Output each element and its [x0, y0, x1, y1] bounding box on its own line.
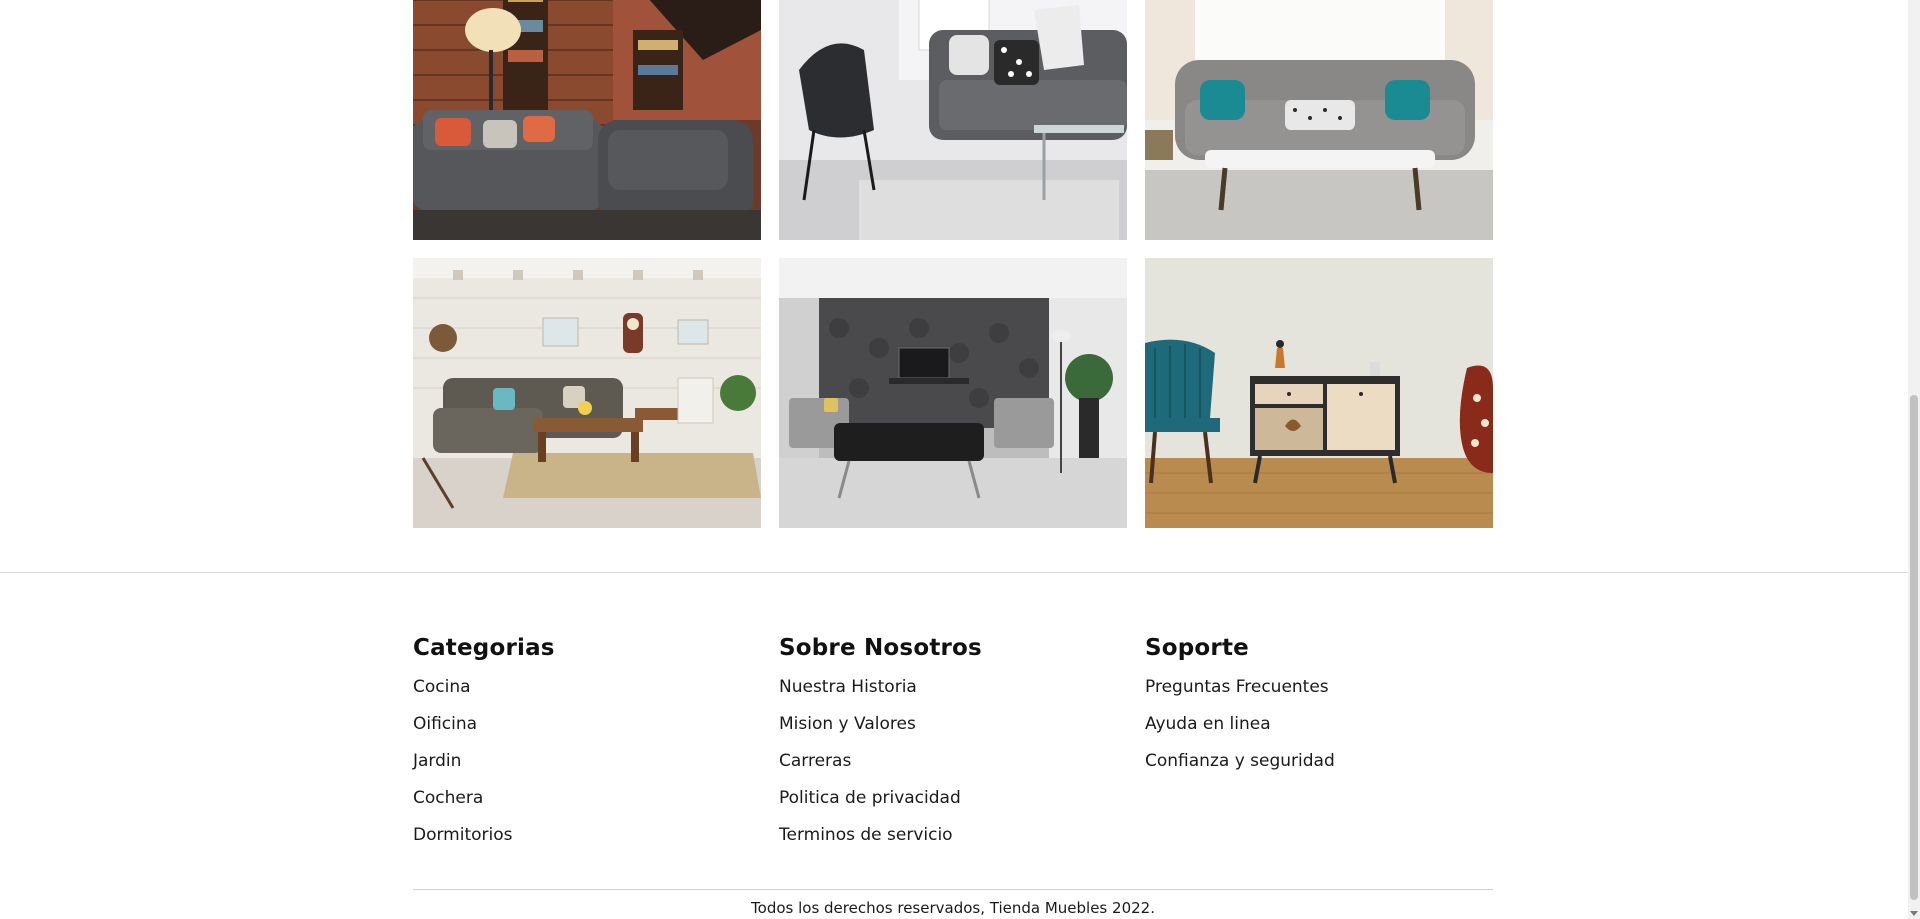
- footer-top-divider: [0, 572, 1908, 573]
- scroll-down-arrow-icon[interactable]: [1910, 911, 1918, 916]
- footer-heading-soporte: Soporte: [1145, 635, 1249, 661]
- list-item: Ayuda en linea: [1145, 713, 1485, 750]
- footer-link-jardin[interactable]: Jardin: [413, 751, 461, 771]
- list-item: Preguntas Frecuentes: [1145, 676, 1485, 713]
- footer-column-sobre-nosotros: Sobre Nosotros Nuestra Historia Mision y…: [779, 634, 1119, 861]
- modern-living-room-image: [779, 258, 1127, 528]
- grey-sofa-image: [779, 0, 1127, 240]
- gallery-image-modern-living-room[interactable]: [779, 258, 1127, 528]
- list-item: Carreras: [779, 750, 1119, 787]
- footer-link-mision-valores[interactable]: Mision y Valores: [779, 714, 916, 734]
- page-scrollbar[interactable]: [1908, 0, 1920, 919]
- turquoise-sofa-image: [1145, 0, 1493, 240]
- footer-link-list: Nuestra Historia Mision y Valores Carrer…: [779, 676, 1119, 861]
- list-item: Terminos de servicio: [779, 824, 1119, 861]
- list-item: Politica de privacidad: [779, 787, 1119, 824]
- list-item: Jardin: [413, 750, 753, 787]
- footer-link-politica-privacidad[interactable]: Politica de privacidad: [779, 788, 961, 808]
- gallery-image-turquoise-sofa[interactable]: [1145, 0, 1493, 240]
- footer-link-cocina[interactable]: Cocina: [413, 677, 471, 697]
- footer-heading-sobre-nosotros: Sobre Nosotros: [779, 635, 982, 661]
- footer-link-cochera[interactable]: Cochera: [413, 788, 483, 808]
- list-item: Nuestra Historia: [779, 676, 1119, 713]
- footer-link-preguntas-frecuentes[interactable]: Preguntas Frecuentes: [1145, 677, 1329, 697]
- list-item: Mision y Valores: [779, 713, 1119, 750]
- footer-link-confianza-seguridad[interactable]: Confianza y seguridad: [1145, 751, 1335, 771]
- footer-link-ayuda-en-linea[interactable]: Ayuda en linea: [1145, 714, 1271, 734]
- list-item: Confianza y seguridad: [1145, 750, 1485, 787]
- footer-link-list: Cocina Oificina Jardin Cochera Dormitori…: [413, 676, 753, 861]
- page: Categorias Cocina Oificina Jardin Cocher…: [0, 0, 1920, 919]
- footer-column-soporte: Soporte Preguntas Frecuentes Ayuda en li…: [1145, 634, 1485, 787]
- gallery-image-grey-sofa[interactable]: [779, 0, 1127, 240]
- sideboard-image: [1145, 258, 1493, 528]
- footer-link-carreras[interactable]: Carreras: [779, 751, 851, 771]
- footer-bottom-divider: [413, 889, 1493, 890]
- gallery-image-rustic-living-room[interactable]: [413, 258, 761, 528]
- footer-link-oficina[interactable]: Oificina: [413, 714, 477, 734]
- gallery-image-sideboard[interactable]: [1145, 258, 1493, 528]
- footer-link-nuestra-historia[interactable]: Nuestra Historia: [779, 677, 917, 697]
- footer-link-terminos-servicio[interactable]: Terminos de servicio: [779, 825, 953, 845]
- footer-link-list: Preguntas Frecuentes Ayuda en linea Conf…: [1145, 676, 1485, 787]
- gallery-image-brick-living-room[interactable]: [413, 0, 761, 240]
- footer-link-dormitorios[interactable]: Dormitorios: [413, 825, 513, 845]
- rustic-living-room-image: [413, 258, 761, 528]
- list-item: Cocina: [413, 676, 753, 713]
- list-item: Oificina: [413, 713, 753, 750]
- footer-column-categorias: Categorias Cocina Oificina Jardin Cocher…: [413, 634, 753, 861]
- footer-heading-categorias: Categorias: [413, 635, 555, 661]
- brick-living-room-image: [413, 0, 761, 240]
- list-item: Dormitorios: [413, 824, 753, 861]
- list-item: Cochera: [413, 787, 753, 824]
- copyright-text: Todos los derechos reservados, Tienda Mu…: [751, 899, 1155, 917]
- scrollbar-thumb[interactable]: [1910, 395, 1918, 900]
